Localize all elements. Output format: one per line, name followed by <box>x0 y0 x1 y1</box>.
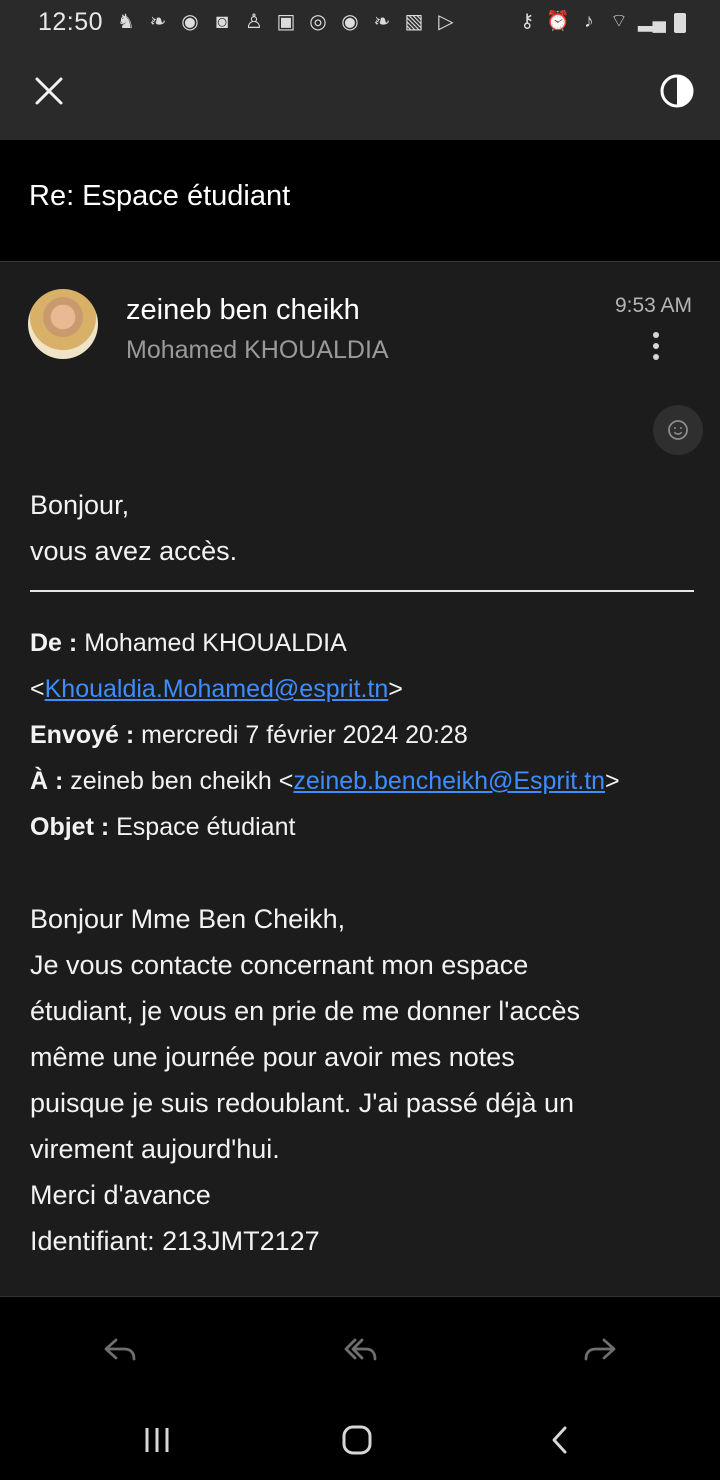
message-line: virement aujourd'hui. <box>30 1134 280 1164</box>
battery-icon <box>674 13 686 33</box>
home-button[interactable] <box>332 1420 382 1460</box>
m-icon: ▣ <box>276 11 296 33</box>
close-icon <box>35 77 63 105</box>
email-subject: Re: Espace étudiant <box>29 180 291 212</box>
reply-message: vous avez accès. <box>30 536 238 566</box>
sent-label: Envoyé : <box>30 721 135 749</box>
sent-value: mercredi 7 février 2024 20:28 <box>141 721 468 749</box>
notification-icon: ♞ <box>117 11 135 33</box>
message-line: Je vous contacte concernant mon espace <box>30 950 529 980</box>
signal-icon: ▂▄ <box>637 11 666 32</box>
notification-icons: ♞ ❧ ◉ ◙ ♙ ▣ ◎ ◉ ❧ ▧ ▷ <box>114 10 458 34</box>
gallery-icon: ▧ <box>404 11 424 33</box>
reply-all-button[interactable] <box>332 1325 388 1373</box>
reddit-icon: ◉ <box>181 11 199 33</box>
contrast-icon <box>660 74 694 108</box>
message-line: même une journée pour avoir mes notes <box>30 1042 515 1072</box>
message-line: Identifiant: 213JMT2127 <box>30 1226 320 1256</box>
subject-label: Objet : <box>30 813 110 841</box>
system-icons: ⚷ ⏰ ♪ ⌔ ▂▄ <box>516 10 686 34</box>
forward-button[interactable] <box>572 1325 628 1373</box>
android-navigation-bar <box>0 1400 720 1480</box>
sender-name: zeineb ben cheikh <box>126 294 360 326</box>
play-icon: ▷ <box>438 11 454 33</box>
quoted-headers: De : Mohamed KHOUALDIA <Khoualdia.Mohame… <box>30 620 694 850</box>
message-line: Bonjour Mme Ben Cheikh, <box>30 904 346 934</box>
recent-apps-button[interactable] <box>132 1420 182 1460</box>
wifi-icon: ⌔ <box>609 11 628 32</box>
to-name: zeineb ben cheikh <box>70 767 272 795</box>
from-label: De : <box>30 629 78 657</box>
alarm-icon: ⏰ <box>546 11 570 32</box>
reply-body: Bonjour, vous avez accès. <box>30 482 694 574</box>
status-bar: 12:50 ♞ ❧ ◉ ◙ ♙ ▣ ◎ ◉ ❧ ▧ ▷ ⚷ ⏰ ♪ ⌔ ▂▄ <box>0 0 720 44</box>
from-email-link[interactable]: Khoualdia.Mohamed@esprit.tn <box>45 675 389 703</box>
quoted-message: Bonjour Mme Ben Cheikh, Je vous contacte… <box>30 896 694 1264</box>
back-button[interactable] <box>535 1420 585 1460</box>
reply-icon <box>104 1338 136 1361</box>
from-name: Mohamed KHOUALDIA <box>84 629 347 657</box>
from-email-row: <Khoualdia.Mohamed@esprit.tn> <box>30 675 403 703</box>
to-row: À : zeineb ben cheikh <zeineb.bencheikh@… <box>30 767 620 795</box>
reply-all-icon <box>344 1338 377 1361</box>
reaction-button[interactable] <box>653 405 703 455</box>
coin-icon: ◙ <box>215 11 229 33</box>
more-vertical-icon <box>653 332 659 360</box>
subject-row: Objet : Espace étudiant <box>30 804 694 850</box>
quote-divider <box>30 590 694 592</box>
message-line: étudiant, je vous en prie de me donner l… <box>30 996 580 1026</box>
status-time: 12:50 <box>38 8 104 36</box>
subject-value: Espace étudiant <box>116 813 296 841</box>
back-icon <box>552 1426 567 1454</box>
key-icon: ⚷ <box>520 11 535 32</box>
recent-apps-icon <box>145 1428 169 1452</box>
sender-section: zeineb ben cheikh Mohamed KHOUALDIA 9:53… <box>0 262 720 472</box>
leaf-icon: ❧ <box>373 11 391 33</box>
sent-row: Envoyé : mercredi 7 février 2024 20:28 <box>30 712 694 758</box>
email-toolbar <box>0 44 720 140</box>
swirl-icon: ◎ <box>309 11 327 33</box>
more-options-button[interactable] <box>640 328 672 364</box>
from-row: De : Mohamed KHOUALDIA <box>30 620 694 666</box>
smile-icon <box>668 420 688 440</box>
message-actions <box>0 1297 720 1400</box>
message-line: Merci d'avance <box>30 1180 211 1210</box>
close-button[interactable] <box>26 68 72 114</box>
received-time: 9:53 AM <box>614 294 692 317</box>
s-coin-icon: ◉ <box>341 11 359 33</box>
home-icon <box>342 1425 372 1455</box>
mute-icon: ♪ <box>584 11 594 32</box>
reply-greeting: Bonjour, <box>30 490 130 520</box>
forward-icon <box>584 1338 616 1361</box>
recipient-name: Mohamed KHOUALDIA <box>126 336 389 364</box>
person-icon: ♙ <box>245 11 263 33</box>
leaf-icon: ❧ <box>149 11 167 33</box>
avatar[interactable] <box>28 289 98 359</box>
subject-bar: Re: Espace étudiant <box>0 140 720 262</box>
to-email-link[interactable]: zeineb.bencheikh@Esprit.tn <box>293 767 605 795</box>
message-line: puisque je suis redoublant. J'ai passé d… <box>30 1088 575 1118</box>
contrast-button[interactable] <box>654 68 700 114</box>
to-label: À : <box>30 767 64 795</box>
reply-button[interactable] <box>92 1325 148 1373</box>
